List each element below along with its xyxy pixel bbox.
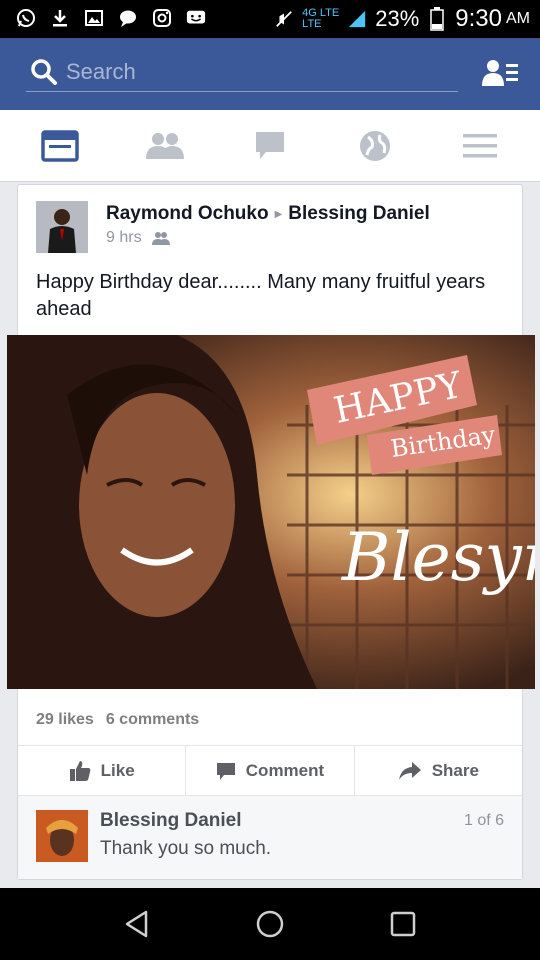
recents-button[interactable] (383, 904, 423, 944)
tab-messages[interactable] (240, 118, 300, 174)
commenter-avatar[interactable] (36, 810, 88, 862)
menu-icon (462, 133, 497, 157)
back-icon (125, 910, 147, 938)
post-stats: 29 likes 6 comments (36, 711, 199, 729)
top-nav (0, 110, 540, 182)
whatsapp-icon (16, 8, 36, 28)
search-input[interactable] (66, 58, 446, 85)
clock-ampm: AM (506, 10, 530, 27)
search-header (0, 38, 540, 110)
like-label: Like (100, 760, 135, 780)
tab-news-feed[interactable] (30, 118, 90, 174)
post-header: Raymond Ochuko ▶ Blessing Daniel (106, 203, 430, 225)
mute-icon (274, 9, 294, 29)
notification-icons (16, 8, 206, 28)
notifications-globe-icon (359, 130, 390, 161)
back-button[interactable] (117, 904, 157, 944)
comment-preview[interactable]: Blessing Daniel 1 of 6 Thank you so much… (18, 795, 522, 879)
chat-bubble-icon (118, 8, 138, 28)
search-bar[interactable] (26, 52, 458, 92)
photo-text-name: Blesyn (341, 519, 535, 596)
target-name[interactable]: Blessing Daniel (288, 203, 430, 225)
instagram-icon (152, 8, 172, 28)
share-button[interactable]: Share (355, 746, 522, 795)
messages-icon (255, 131, 284, 159)
tab-friends[interactable] (135, 118, 195, 174)
post-time[interactable]: 9 hrs (106, 229, 142, 247)
comment-counter: 1 of 6 (463, 812, 504, 829)
battery-percent: 23% (375, 6, 420, 31)
comment-label: Comment (245, 760, 325, 780)
tab-notifications[interactable] (345, 118, 405, 174)
comment-text: Thank you so much. (100, 838, 272, 859)
author-name[interactable]: Raymond Ochuko (106, 203, 269, 225)
share-icon (398, 761, 421, 780)
author-avatar[interactable] (36, 201, 88, 253)
post-photo[interactable]: HAPPY Birthday Blesyn (7, 335, 535, 689)
recents-icon (391, 911, 416, 937)
system-nav-bar (0, 888, 540, 960)
comments-count[interactable]: 6 comments (106, 711, 199, 729)
friend-requests-icon[interactable] (482, 58, 518, 88)
network-indicator: 4G LTE LTE (302, 7, 340, 30)
post-card: Raymond Ochuko ▶ Blessing Daniel 9 hrs H… (7, 184, 535, 880)
news-feed-icon (41, 129, 80, 162)
gallery-icon (84, 8, 104, 28)
bbm-icon (186, 8, 206, 28)
arrow-right-icon: ▶ (274, 208, 283, 220)
commenter-name[interactable]: Blessing Daniel (100, 810, 242, 832)
likes-count[interactable]: 29 likes (36, 711, 94, 729)
comment-button[interactable]: Comment (186, 746, 355, 795)
status-bar: 4G LTE LTE 23% 9:30 AM (0, 0, 540, 38)
clock: 9:30 (455, 5, 502, 32)
download-icon (50, 8, 70, 28)
post-actions: Like Comment Share (18, 745, 522, 795)
share-label: Share (431, 760, 479, 780)
thumbs-up-icon (69, 760, 90, 781)
like-button[interactable]: Like (18, 746, 187, 795)
comment-icon (216, 762, 235, 780)
tab-menu[interactable] (450, 118, 510, 174)
system-status: 4G LTE LTE 23% 9:30 AM (274, 4, 530, 34)
battery-icon (427, 7, 447, 31)
friends-icon (146, 132, 185, 159)
home-icon (256, 910, 284, 938)
home-button[interactable] (250, 904, 290, 944)
search-icon[interactable] (30, 58, 58, 86)
post-meta: 9 hrs (106, 229, 170, 247)
post-text: Happy Birthday dear........ Many many fr… (36, 271, 486, 320)
signal-icon (347, 9, 367, 29)
friends-privacy-icon (151, 232, 170, 245)
